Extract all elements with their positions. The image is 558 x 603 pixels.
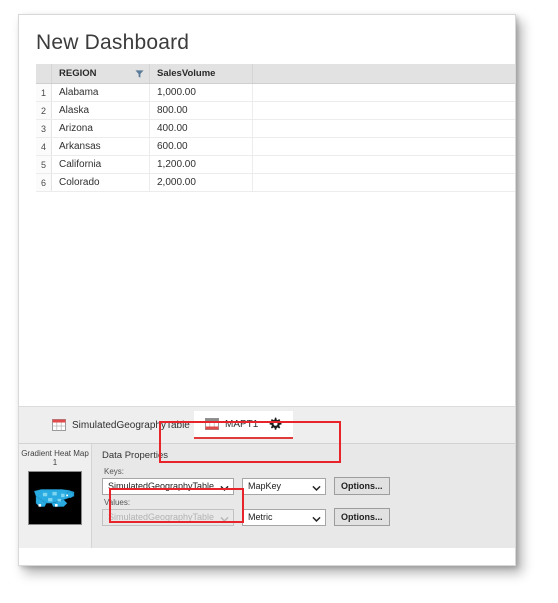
keys-role-value: MapKey [248,481,282,492]
dashboard-window: New Dashboard REGION SalesVolume 1 Alaba… [18,14,516,566]
cell-region[interactable]: California [51,155,150,175]
cell-salesvolume[interactable]: 400.00 [149,119,253,139]
cell-salesvolume[interactable]: 600.00 [149,137,253,157]
chevron-down-icon [312,483,321,491]
section-title-data-properties: Data Properties [102,450,169,462]
values-label: Values: [104,498,131,508]
keys-source-value: SimulatedGeographyTable [108,481,215,492]
cell-blank[interactable] [252,101,515,121]
tab-label: MAPT1 [225,418,259,430]
title-bar: New Dashboard [19,15,515,64]
gear-icon[interactable] [268,417,282,431]
cell-region[interactable]: Colorado [51,173,150,193]
cell-region[interactable]: Alabama [51,83,150,103]
column-header-rownum[interactable] [36,64,52,85]
thumbnail-label-line2: 1 [52,458,58,468]
keys-label: Keys: [104,467,125,477]
chevron-down-icon [220,514,229,522]
thumbnail-label-line1: Gradient Heat Map [21,449,89,459]
filter-icon[interactable] [135,69,144,78]
row-number[interactable]: 1 [36,83,52,103]
keys-role-dropdown[interactable]: MapKey [242,477,326,495]
values-role-dropdown[interactable]: Metric [242,508,326,526]
tab-simulatedgeographytable[interactable]: SimulatedGeographyTable [41,411,201,439]
page-title: New Dashboard [36,31,190,54]
values-row: SimulatedGeographyTable Metric Options..… [102,508,515,527]
chevron-down-icon [312,514,321,522]
cell-salesvolume[interactable]: 2,000.00 [149,173,253,193]
cell-region[interactable]: Arkansas [51,137,150,157]
column-header-salesvolume[interactable]: SalesVolume [149,64,253,85]
keys-source-dropdown[interactable]: SimulatedGeographyTable [102,477,234,495]
column-header-region-label: REGION [59,68,97,80]
dashboard-canvas[interactable]: REGION SalesVolume 1 Alabama 1,000.00 2 … [19,64,515,407]
data-grid[interactable]: REGION SalesVolume 1 Alabama 1,000.00 2 … [36,64,515,193]
cell-region[interactable]: Alaska [51,101,150,121]
keys-field-group: Keys: SimulatedGeographyTable MapKey Opt… [102,467,515,498]
table-row[interactable]: 6 Colorado 2,000.00 [36,173,515,193]
table-row[interactable]: 4 Arkansas 600.00 [36,137,515,157]
cell-salesvolume[interactable]: 1,000.00 [149,83,253,103]
row-number[interactable]: 4 [36,137,52,157]
table-row[interactable]: 5 California 1,200.00 [36,155,515,175]
cell-blank[interactable] [252,155,515,175]
table-row[interactable]: 2 Alaska 800.00 [36,101,515,121]
column-header-region[interactable]: REGION [51,64,150,85]
grid-header-row: REGION SalesVolume [36,64,515,85]
values-source-value: SimulatedGeographyTable [108,512,215,523]
cell-blank[interactable] [252,83,515,103]
row-number[interactable]: 6 [36,173,52,193]
values-role-value: Metric [248,512,273,523]
chevron-down-icon [220,483,229,491]
visualization-thumbnail-pane[interactable]: Gradient Heat Map 1 [19,444,92,549]
sheet-tab-bar: SimulatedGeographyTable MAPT1 [19,406,515,444]
data-properties-pane: Data Properties Keys: SimulatedGeography… [92,444,515,548]
us-map-heatmap-thumbnail[interactable] [28,471,82,526]
tab-label: SimulatedGeographyTable [72,419,190,431]
cell-region[interactable]: Arizona [51,119,150,139]
tab-mapt1[interactable]: MAPT1 [194,411,294,440]
values-options-button[interactable]: Options... [334,508,390,527]
table-row[interactable]: 1 Alabama 1,000.00 [36,83,515,103]
keys-row: SimulatedGeographyTable MapKey Options..… [102,477,515,496]
table-icon [52,419,66,432]
grid-header: REGION SalesVolume [36,64,515,85]
row-number[interactable]: 2 [36,101,52,121]
grid-body: 1 Alabama 1,000.00 2 Alaska 800.00 3 Ari… [36,83,515,193]
row-number[interactable]: 5 [36,155,52,175]
keys-options-button[interactable]: Options... [334,477,390,496]
table-icon [205,418,219,431]
cell-salesvolume[interactable]: 800.00 [149,101,253,121]
cell-blank[interactable] [252,119,515,139]
cell-blank[interactable] [252,173,515,193]
column-header-blank[interactable] [252,64,515,85]
values-source-dropdown[interactable]: SimulatedGeographyTable [102,508,234,526]
cell-blank[interactable] [252,137,515,157]
cell-salesvolume[interactable]: 1,200.00 [149,155,253,175]
row-number[interactable]: 3 [36,119,52,139]
values-field-group: Values: SimulatedGeographyTable Metric O… [102,498,515,529]
table-row[interactable]: 3 Arizona 400.00 [36,119,515,139]
properties-panel: Gradient Heat Map 1 Data Properties Keys… [19,443,515,549]
